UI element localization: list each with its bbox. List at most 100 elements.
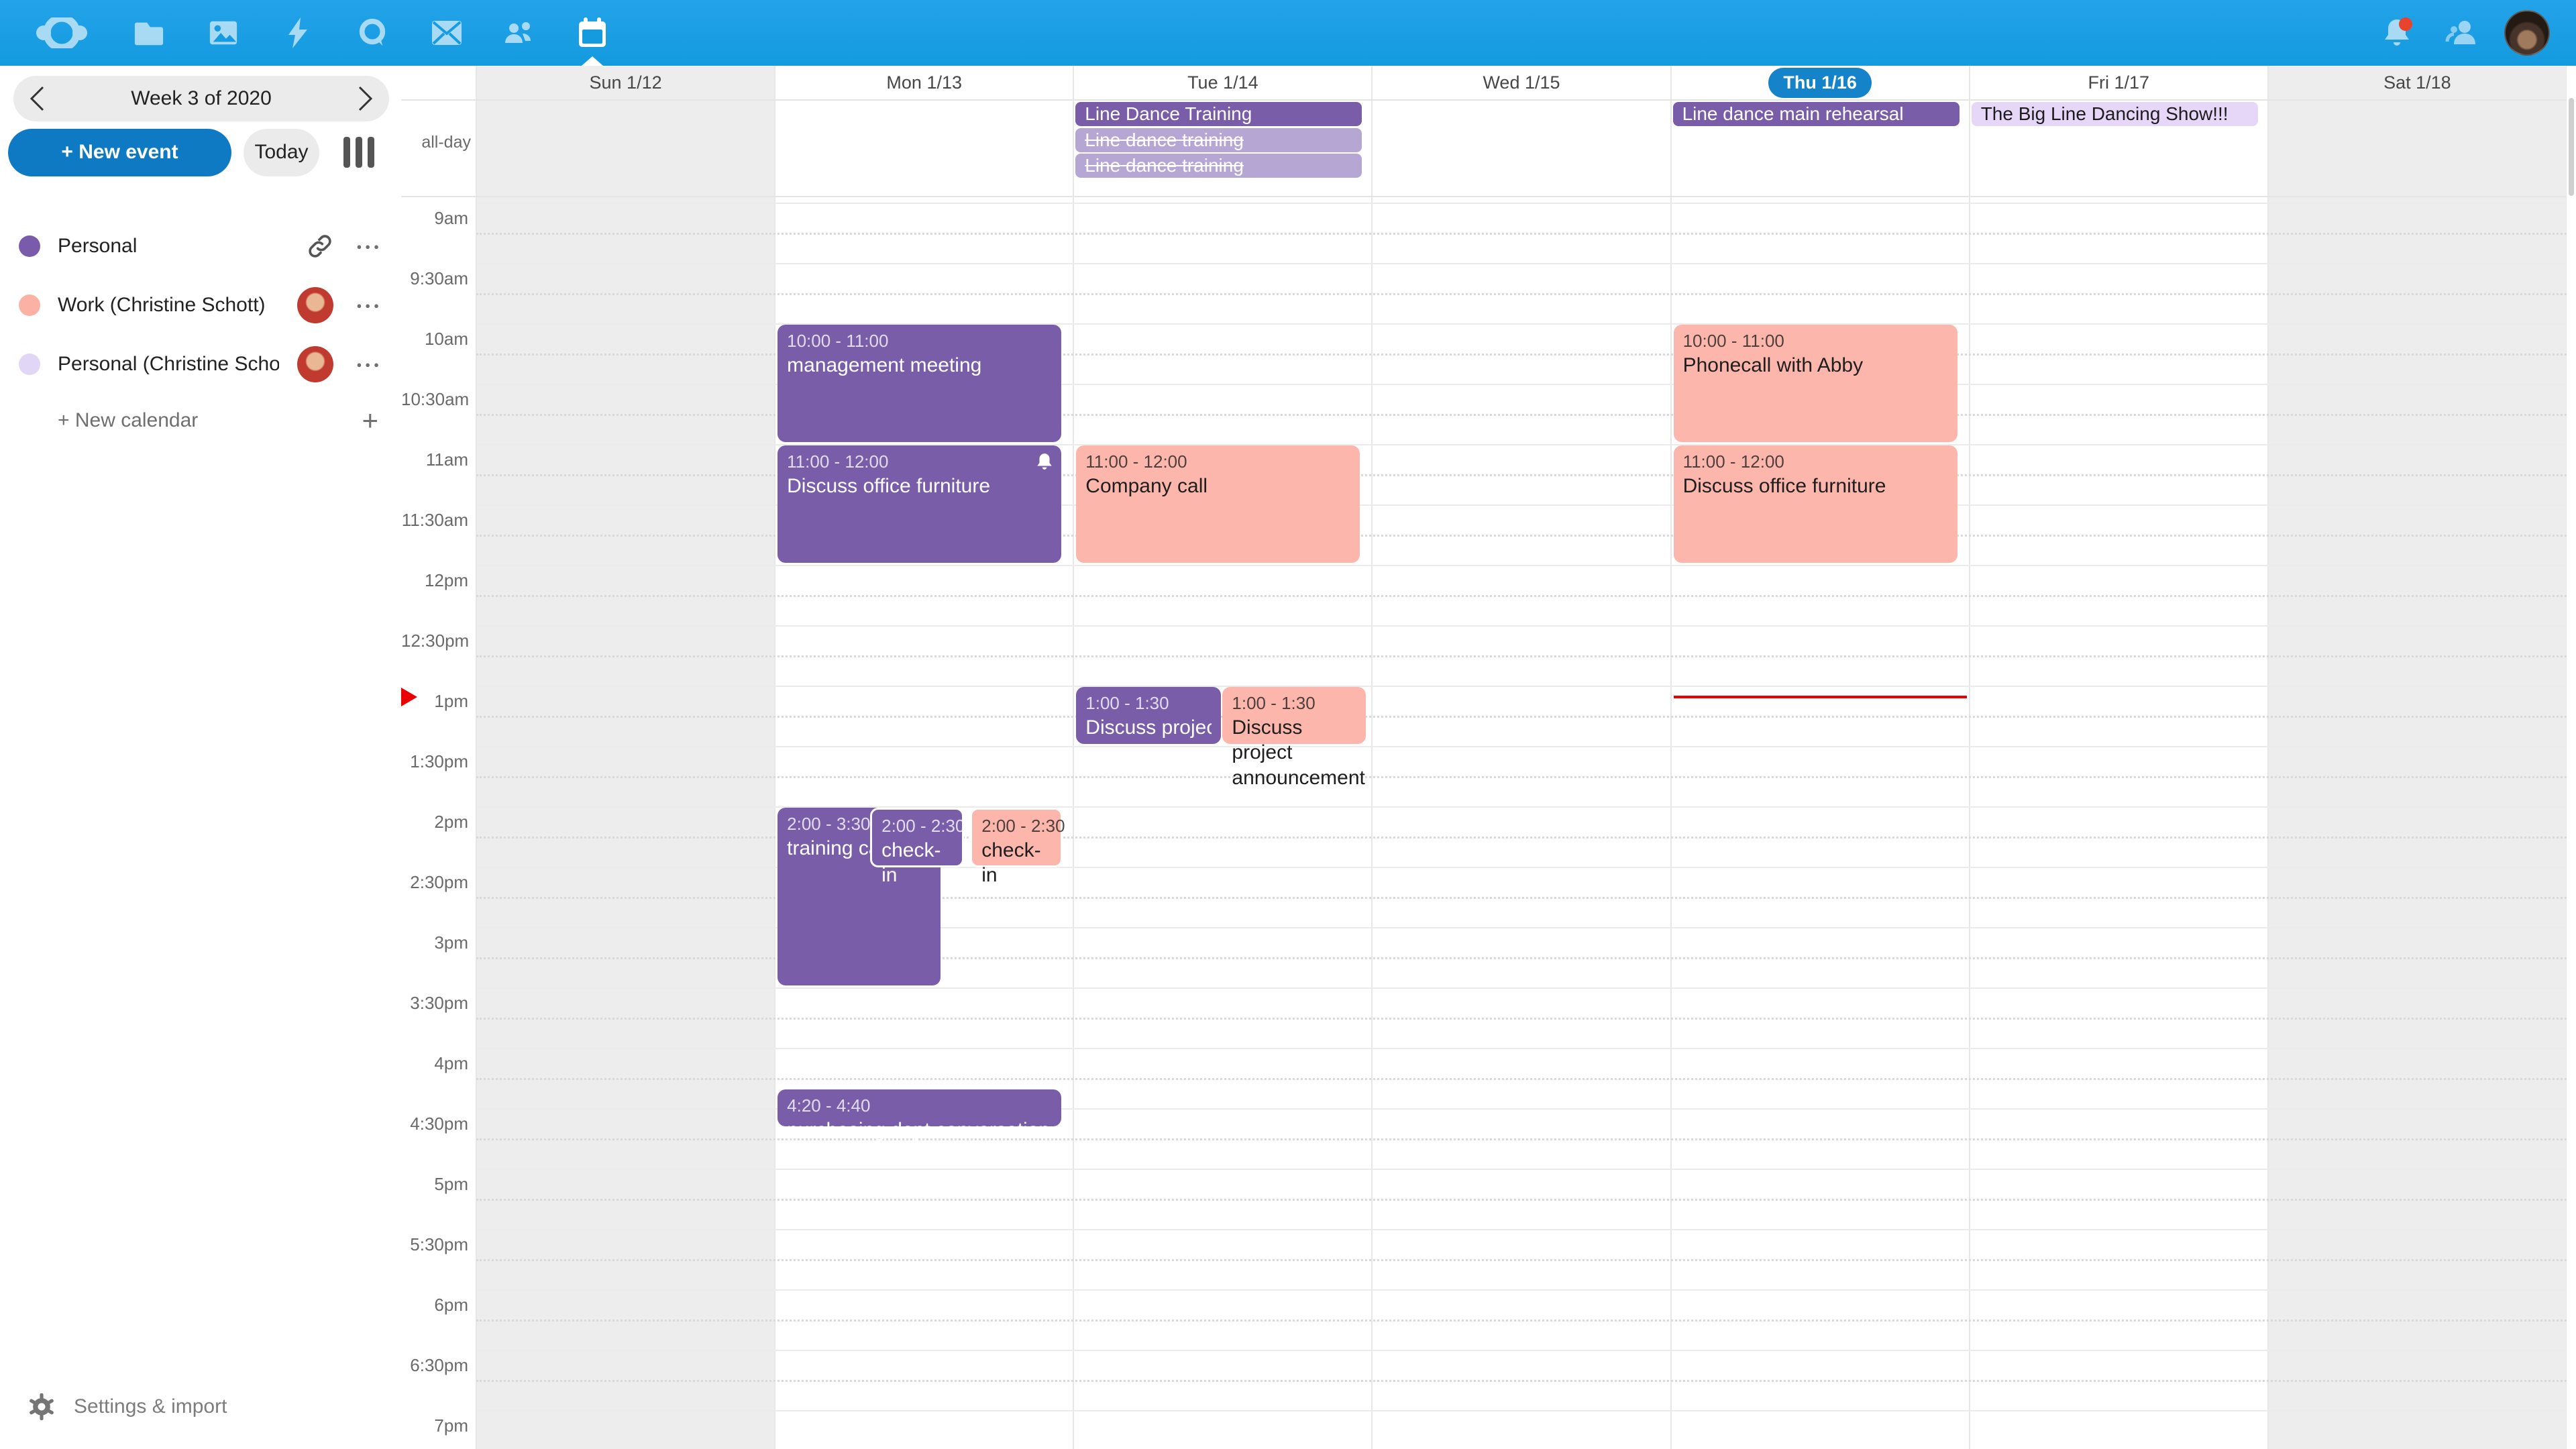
new-event-button[interactable]: + New event [8, 129, 231, 176]
event-purchasing-dept-conversation[interactable]: 4:20 - 4:40purchasing dept conversation [777, 1089, 1061, 1126]
time-label: 2pm [401, 812, 468, 833]
day-header-fri[interactable]: Fri 1/17 [1970, 66, 2268, 99]
contacts-icon[interactable] [489, 0, 549, 66]
allday-row-label: all-day [407, 133, 471, 152]
calendar-week-grid: Sun 1/12Mon 1/13Tue 1/14Wed 1/15Thu 1/16… [401, 66, 2576, 1449]
mail-icon[interactable] [417, 0, 477, 66]
day-header-mon[interactable]: Mon 1/13 [775, 66, 1073, 99]
previous-week-button[interactable] [13, 76, 60, 121]
slot-line-minor [476, 1320, 2567, 1322]
event-management-meeting[interactable]: 10:00 - 11:00management meeting [777, 325, 1061, 442]
weekend-column-shading [2268, 66, 2567, 1449]
event-discuss-office-furniture[interactable]: 11:00 - 12:00Discuss office furniture [777, 445, 1061, 563]
slot-line [476, 987, 2567, 989]
calendar-color-dot [19, 354, 40, 375]
day-header-sat[interactable]: Sat 1/18 [2268, 66, 2567, 99]
column-divider [1073, 66, 1074, 1449]
allday-event[interactable]: Line dance training [1075, 154, 1362, 178]
plus-icon: + [362, 405, 378, 437]
share-link-icon[interactable] [307, 233, 333, 260]
slot-line-minor [476, 1259, 2567, 1261]
allday-divider [401, 196, 2567, 197]
settings-import-button[interactable]: Settings & import [0, 1383, 401, 1430]
calendar-list-item[interactable]: Work (Christine Schott) ●●● [0, 276, 401, 335]
notifications-bell-icon[interactable] [2367, 0, 2427, 66]
slot-line [476, 565, 2567, 566]
week-label[interactable]: Week 3 of 2020 [60, 87, 342, 110]
event-company-call[interactable]: 11:00 - 12:00Company call [1076, 445, 1360, 563]
slot-line-minor [476, 1018, 2567, 1020]
allday-event[interactable]: Line dance main rehearsal [1673, 102, 1960, 126]
next-week-button[interactable] [342, 76, 389, 121]
slot-line [476, 1229, 2567, 1230]
talk-icon[interactable] [342, 0, 402, 66]
calendar-name: Work (Christine Schott) [58, 294, 266, 317]
time-label: 12pm [401, 570, 468, 591]
vertical-scrollbar[interactable] [2567, 66, 2576, 1449]
event-check-in[interactable]: 2:00 - 2:30check-in [870, 808, 964, 867]
time-label: 11am [401, 449, 468, 470]
calendar-list-item[interactable]: Personal (Christine Scho…) ●●● [0, 335, 401, 394]
calendar-actions-menu-icon[interactable]: ●●● [356, 301, 382, 311]
contacts-menu-icon[interactable] [2431, 0, 2491, 66]
notification-badge [2399, 17, 2412, 31]
activity-icon[interactable] [268, 0, 328, 66]
top-header-bar [0, 0, 2576, 66]
calendar-color-dot [19, 235, 40, 257]
column-divider [1969, 66, 1970, 1449]
settings-import-label: Settings & import [74, 1395, 227, 1418]
files-icon[interactable] [119, 0, 179, 66]
time-label: 3pm [401, 932, 468, 953]
slot-line [476, 625, 2567, 627]
calendar-list-item[interactable]: Personal ●●● [0, 217, 401, 276]
new-calendar-label: + New calendar [58, 409, 198, 432]
slot-line-minor [476, 595, 2567, 597]
column-divider [476, 66, 477, 1449]
allday-event[interactable]: The Big Line Dancing Show!!! [1972, 102, 2258, 126]
event-discuss-project-announcement[interactable]: 1:00 - 1:30Discuss project announcement [1076, 687, 1221, 744]
day-header-tue[interactable]: Tue 1/14 [1073, 66, 1372, 99]
today-button[interactable]: Today [244, 129, 319, 176]
column-divider [1670, 66, 1672, 1449]
event-phonecall-with-abby[interactable]: 10:00 - 11:00Phonecall with Abby [1674, 325, 1957, 442]
slot-line-minor [476, 716, 2567, 718]
slot-line-minor [476, 776, 2567, 778]
day-header-sun[interactable]: Sun 1/12 [476, 66, 775, 99]
calendar-name: Personal [58, 235, 137, 258]
photos-icon[interactable] [193, 0, 254, 66]
time-label: 9:30am [401, 268, 468, 289]
calendar-color-dot [19, 294, 40, 316]
slot-line-minor [476, 1078, 2567, 1080]
week-navigation: Week 3 of 2020 [13, 76, 389, 121]
allday-event[interactable]: Line dance training [1075, 128, 1362, 152]
slot-line-minor [476, 293, 2567, 295]
slot-line [476, 746, 2567, 747]
new-calendar-button[interactable]: + New calendar + [0, 394, 401, 447]
event-discuss-office-furniture[interactable]: 11:00 - 12:00Discuss office furniture [1674, 445, 1957, 563]
calendar-owner-avatar [297, 287, 333, 323]
time-label: 4pm [401, 1053, 468, 1074]
time-label: 12:30pm [401, 631, 468, 651]
column-divider [1371, 66, 1373, 1449]
calendar-name: Personal (Christine Scho…) [58, 353, 279, 376]
column-divider [2267, 66, 2269, 1449]
header-divider [401, 99, 2567, 101]
user-avatar-button[interactable] [2497, 0, 2557, 66]
event-discuss-project-announcement[interactable]: 1:00 - 1:30Discuss project announcement [1222, 687, 1366, 744]
day-header-thu[interactable]: Thu 1/16 [1671, 66, 1970, 99]
active-app-pointer [582, 56, 603, 66]
day-header-wed[interactable]: Wed 1/15 [1372, 66, 1670, 99]
calendar-icon[interactable] [562, 0, 623, 66]
calendar-list: Personal●●●Work (Christine Schott)●●●Per… [0, 217, 401, 447]
scrollbar-thumb[interactable] [2569, 98, 2574, 196]
slot-line-minor [476, 1199, 2567, 1201]
calendar-actions-menu-icon[interactable]: ●●● [356, 360, 382, 370]
current-time-arrow [401, 688, 417, 706]
event-check-in[interactable]: 2:00 - 2:30check-in [970, 808, 1063, 867]
slot-line-minor [476, 233, 2567, 235]
nextcloud-logo[interactable] [32, 0, 92, 66]
time-label: 7pm [401, 1415, 468, 1436]
allday-event[interactable]: Line Dance Training [1075, 102, 1362, 126]
view-switcher-icon[interactable] [343, 137, 374, 168]
calendar-actions-menu-icon[interactable]: ●●● [356, 241, 382, 252]
